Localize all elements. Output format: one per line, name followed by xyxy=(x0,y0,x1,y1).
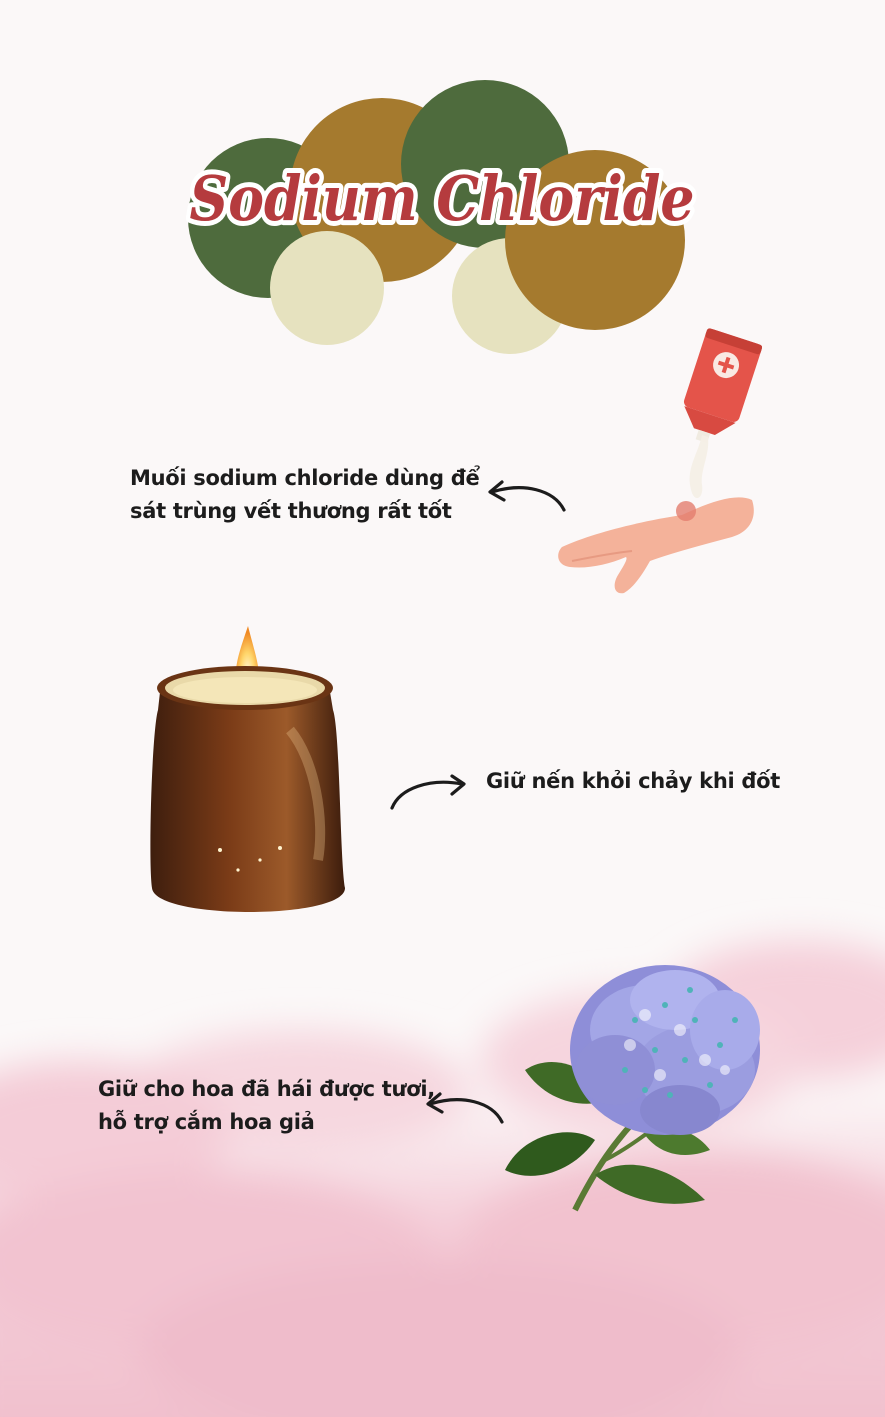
candle-jar-illustration xyxy=(150,626,345,912)
caption-line: Muối sodium chloride dùng để xyxy=(130,466,480,490)
arrow-right-icon xyxy=(390,774,466,810)
svg-text:Sodium Chloride: Sodium Chloride xyxy=(190,162,695,235)
caption-line: Giữ cho hoa đã hái được tươi, xyxy=(98,1077,435,1101)
use-caption-flowers: Giữ cho hoa đã hái được tươi, hỗ trợ cắm… xyxy=(98,1073,435,1139)
hydrangea-petals xyxy=(570,965,760,1135)
hydrangea-illustration xyxy=(505,965,760,1212)
caption-line: sát trùng vết thương rất tốt xyxy=(130,499,452,523)
caption-line: Giữ nến khỏi chảy khi đốt xyxy=(486,769,780,793)
caption-line: hỗ trợ cắm hoa giả xyxy=(98,1110,315,1134)
ointment-on-hand-illustration xyxy=(558,328,762,594)
use-caption-antiseptic: Muối sodium chloride dùng để sát trùng v… xyxy=(130,462,480,528)
page-title: Sodium Chloride xyxy=(185,157,700,240)
use-caption-candle: Giữ nến khỏi chảy khi đốt xyxy=(486,765,780,798)
